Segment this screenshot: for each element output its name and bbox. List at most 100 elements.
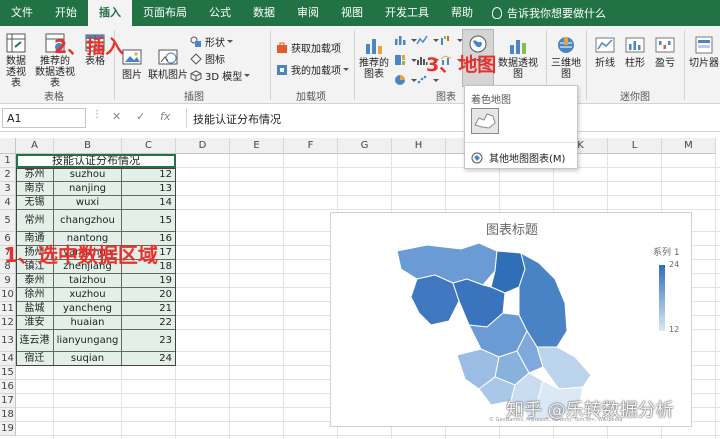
tab-6[interactable]: 审阅 — [286, 0, 330, 26]
combo-chart-button[interactable] — [440, 54, 463, 66]
row-header[interactable]: 12 — [0, 316, 16, 330]
table-cell[interactable]: 徐州 — [16, 288, 54, 302]
row-header[interactable]: 6 — [0, 232, 16, 246]
column-header[interactable]: D — [176, 138, 230, 154]
sparkline-line-button[interactable]: 折线 — [592, 34, 618, 69]
statistic-chart-button[interactable] — [416, 54, 439, 66]
table-cell[interactable]: 盐城 — [16, 302, 54, 316]
table-cell[interactable]: 宿迁 — [16, 352, 54, 366]
more-map-charts-item[interactable]: 其他地图图表(M) — [471, 150, 565, 165]
row-header[interactable]: 5 — [0, 210, 16, 232]
table-title-cell[interactable]: 技能认证分布情况 — [16, 154, 176, 168]
table-cell[interactable]: zhenjiang — [54, 260, 122, 274]
recommended-pivot-button[interactable]: 推荐的 数据透视表 — [32, 32, 78, 89]
select-all-corner[interactable] — [0, 138, 16, 154]
pivot-chart-button[interactable]: 数据透视图 — [498, 34, 538, 80]
table-cell[interactable]: huaian — [54, 316, 122, 330]
pie-chart-button[interactable] — [394, 74, 417, 86]
table-cell[interactable]: 南京 — [16, 182, 54, 196]
row-header[interactable]: 9 — [0, 274, 16, 288]
tab-5[interactable]: 数据 — [242, 0, 286, 26]
table-cell[interactable]: 14 — [122, 196, 176, 210]
tab-0[interactable]: 文件 — [0, 0, 44, 26]
table-cell[interactable]: 22 — [122, 316, 176, 330]
row-header[interactable]: 18 — [0, 408, 16, 422]
row-header[interactable]: 8 — [0, 260, 16, 274]
table-cell[interactable]: 16 — [122, 232, 176, 246]
row-header[interactable]: 14 — [0, 352, 16, 366]
model3d-button[interactable]: 3D 模型 — [190, 68, 251, 83]
table-button[interactable]: 表格 — [82, 32, 108, 67]
table-cell[interactable]: nanjing — [54, 182, 122, 196]
slicer-button[interactable]: 切片器 — [688, 34, 720, 69]
table-cell[interactable]: 泰州 — [16, 274, 54, 288]
map-chart[interactable]: 图表标题 系列 1 24 12 © GeoNames, Microsoft, N… — [330, 212, 692, 427]
table-cell[interactable]: yangzhou — [54, 246, 122, 260]
filled-map-option[interactable] — [471, 108, 499, 134]
column-header[interactable]: E — [230, 138, 284, 154]
column-header[interactable]: L — [608, 138, 662, 154]
column-header[interactable]: G — [338, 138, 392, 154]
table-cell[interactable]: taizhou — [54, 274, 122, 288]
table-cell[interactable]: 苏州 — [16, 168, 54, 182]
tab-4[interactable]: 公式 — [198, 0, 242, 26]
tab-9[interactable]: 帮助 — [440, 0, 484, 26]
table-cell[interactable]: 13 — [122, 182, 176, 196]
column-chart-button[interactable] — [394, 34, 417, 46]
row-header[interactable]: 19 — [0, 422, 16, 436]
table-cell[interactable]: 无锡 — [16, 196, 54, 210]
cancel-icon[interactable]: ✕ — [112, 110, 121, 123]
tab-1[interactable]: 开始 — [44, 0, 88, 26]
table-cell[interactable]: suqian — [54, 352, 122, 366]
icons-button[interactable]: 图标 — [190, 51, 225, 66]
shapes-button[interactable]: 形状 — [190, 34, 233, 49]
tab-2[interactable]: 插入 — [88, 0, 132, 26]
formula-input[interactable]: 技能认证分布情况 — [186, 108, 716, 128]
row-header[interactable]: 10 — [0, 288, 16, 302]
table-cell[interactable]: 连云港 — [16, 330, 54, 352]
table-cell[interactable]: xuzhou — [54, 288, 122, 302]
column-header[interactable]: H — [392, 138, 446, 154]
line-chart-button[interactable] — [416, 34, 439, 46]
row-header[interactable]: 2 — [0, 168, 16, 182]
table-cell[interactable]: 12 — [122, 168, 176, 182]
row-header[interactable]: 15 — [0, 366, 16, 380]
column-header[interactable]: F — [284, 138, 338, 154]
chart-title[interactable]: 图表标题 — [331, 219, 693, 238]
row-header[interactable]: 3 — [0, 182, 16, 196]
picture-button[interactable]: 图片 — [118, 46, 146, 81]
pivot-table-button[interactable]: 数据 透视表 — [2, 32, 30, 89]
tab-7[interactable]: 视图 — [330, 0, 374, 26]
sparkline-winloss-button[interactable]: 盈亏 — [652, 34, 678, 69]
table-cell[interactable]: changzhou — [54, 210, 122, 232]
table-cell[interactable]: 常州 — [16, 210, 54, 232]
column-header[interactable]: B — [54, 138, 122, 154]
table-cell[interactable]: yancheng — [54, 302, 122, 316]
maps-button[interactable] — [462, 29, 494, 87]
table-cell[interactable]: 15 — [122, 210, 176, 232]
table-cell[interactable]: 24 — [122, 352, 176, 366]
column-header[interactable]: C — [122, 138, 176, 154]
recommended-charts-button[interactable]: 推荐的 图表 — [358, 34, 390, 80]
row-header[interactable]: 17 — [0, 394, 16, 408]
my-addins-button[interactable]: 我的加载项 — [276, 62, 349, 77]
table-cell[interactable]: 23 — [122, 330, 176, 352]
sparkline-column-button[interactable]: 柱形 — [622, 34, 648, 69]
3d-map-button[interactable]: 三维地 图 — [550, 34, 582, 80]
row-header[interactable]: 11 — [0, 302, 16, 316]
row-header[interactable]: 7 — [0, 246, 16, 260]
table-cell[interactable]: suzhou — [54, 168, 122, 182]
get-addins-button[interactable]: 获取加载项 — [276, 40, 341, 55]
name-box[interactable]: A1 — [2, 108, 86, 128]
table-cell[interactable]: wuxi — [54, 196, 122, 210]
fx-button[interactable]: fx — [160, 110, 170, 123]
table-cell[interactable]: 17 — [122, 246, 176, 260]
row-header[interactable]: 13 — [0, 330, 16, 352]
table-cell[interactable]: 淮安 — [16, 316, 54, 330]
table-cell[interactable]: 扬州 — [16, 246, 54, 260]
table-cell[interactable]: 20 — [122, 288, 176, 302]
table-cell[interactable]: 镇江 — [16, 260, 54, 274]
table-cell[interactable]: 18 — [122, 260, 176, 274]
table-cell[interactable]: 19 — [122, 274, 176, 288]
table-cell[interactable]: 南通 — [16, 232, 54, 246]
